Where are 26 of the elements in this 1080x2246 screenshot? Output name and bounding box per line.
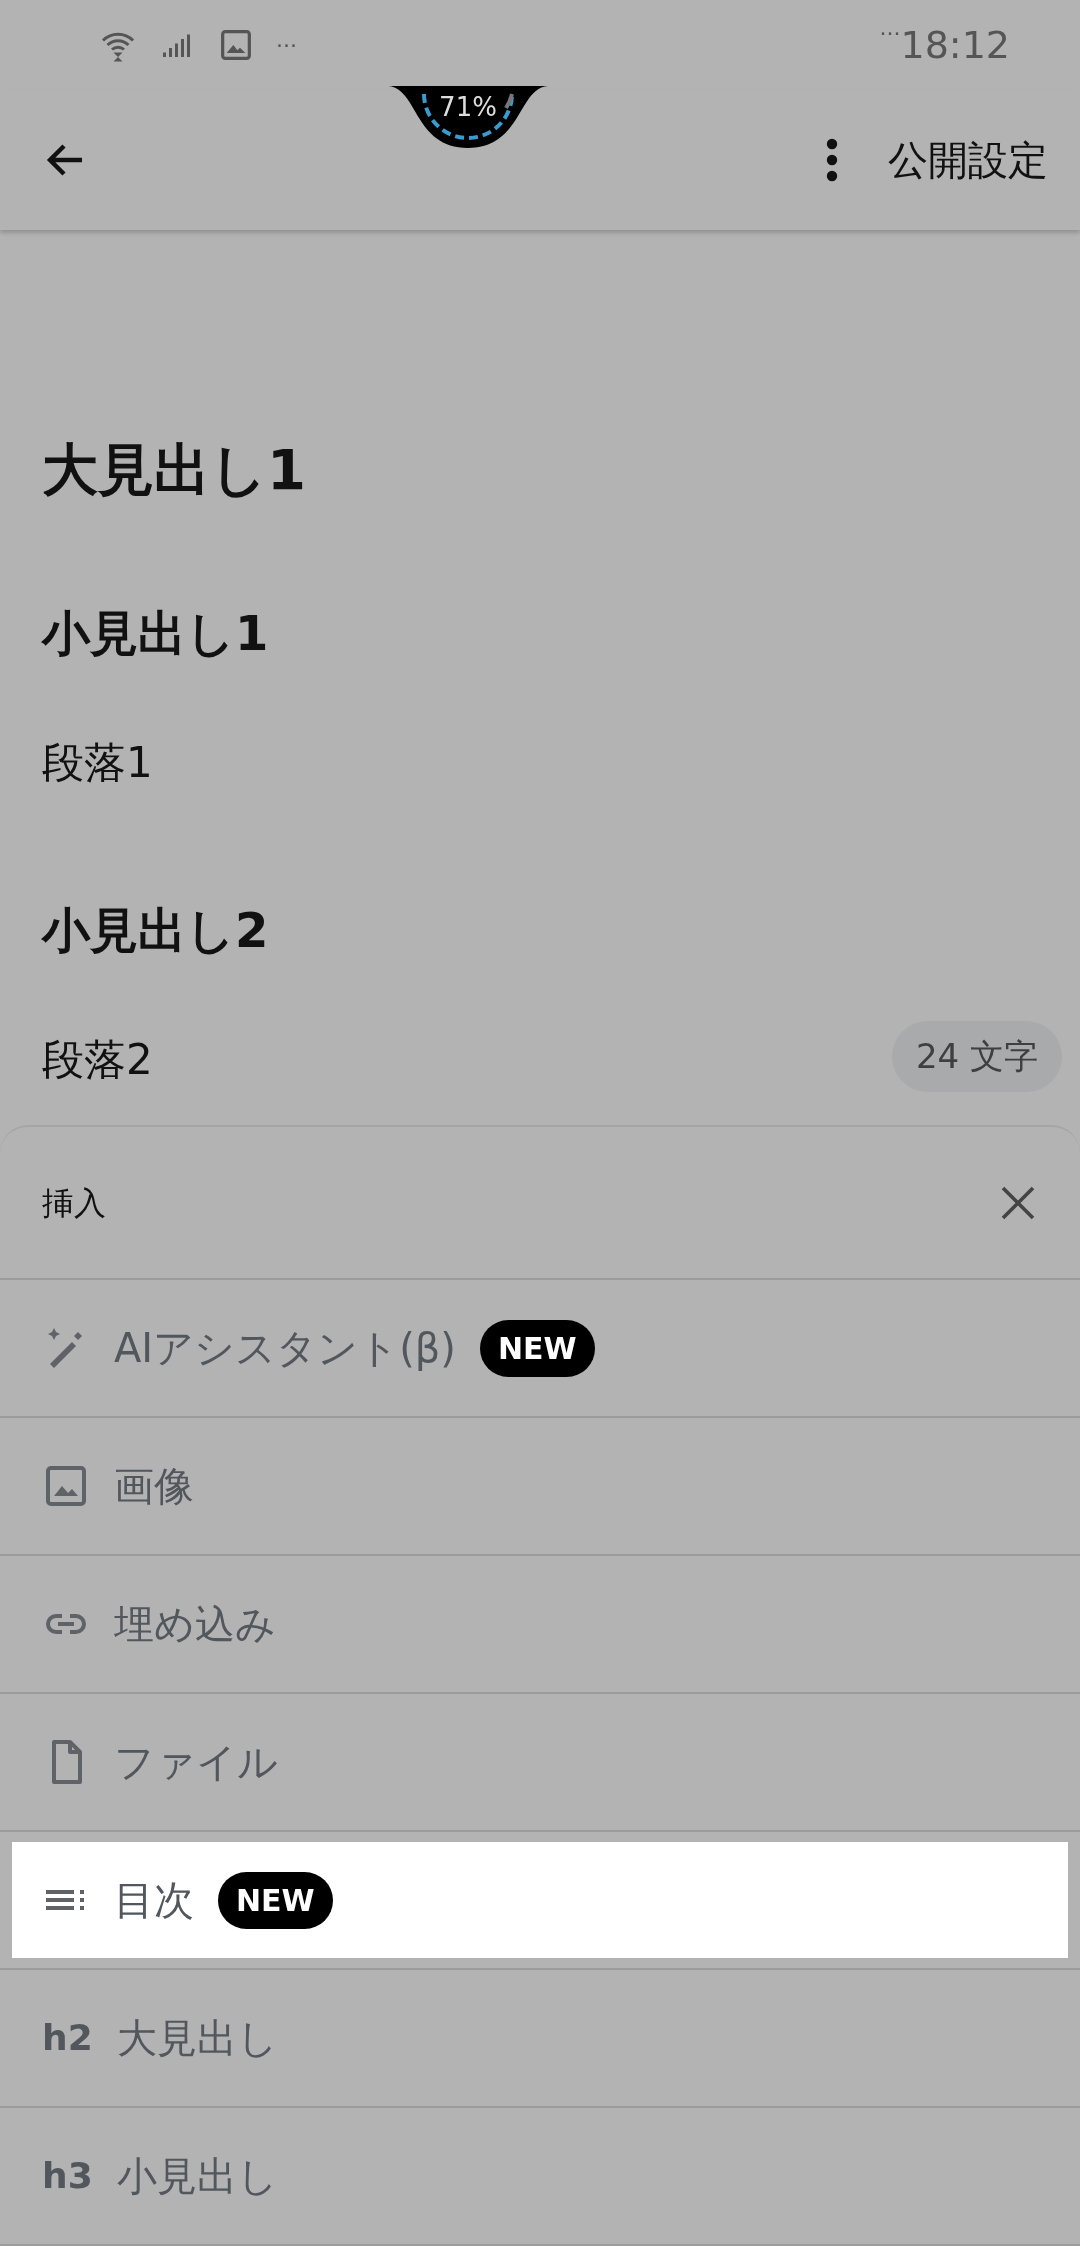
publish-settings-button[interactable]: 公開設定 bbox=[888, 130, 1048, 190]
menu-item-label: 小見出し bbox=[116, 2152, 278, 2201]
more-indicator-text: ··· bbox=[879, 19, 901, 48]
paragraph-text: 段落2 bbox=[42, 1034, 153, 1086]
clock-text: 18:12 bbox=[900, 21, 1010, 69]
heading-text: 大見出し1 bbox=[42, 436, 306, 504]
more-vertical-icon bbox=[824, 136, 840, 184]
menu-item-label: 大見出し bbox=[116, 2014, 278, 2063]
menu-item-label: 画像 bbox=[114, 1462, 194, 1511]
paragraph-text: 段落1 bbox=[42, 737, 153, 789]
heading-level-text: h2 bbox=[42, 2015, 93, 2060]
subheading-text: 小見出し2 bbox=[42, 901, 269, 960]
subheading-text: 小見出し1 bbox=[42, 604, 269, 663]
new-badge: NEW bbox=[218, 1871, 333, 1929]
menu-item-label: ファイル bbox=[114, 1738, 278, 1787]
sheet-title: 挿入 bbox=[42, 1182, 106, 1224]
character-count: 24 文字 bbox=[891, 1021, 1062, 1092]
menu-item-label: 目次 bbox=[114, 1876, 194, 1925]
heading-level-text: h3 bbox=[42, 2153, 93, 2198]
menu-item-label: 埋め込み bbox=[114, 1600, 276, 1649]
new-badge: NEW bbox=[479, 1319, 595, 1377]
more-button[interactable] bbox=[824, 136, 840, 184]
menu-item-label: AIアシスタント(β) bbox=[114, 1324, 456, 1373]
battery-indicator: 71% bbox=[388, 86, 548, 150]
more-notifications-text: ··· bbox=[276, 31, 297, 60]
picture-icon bbox=[220, 29, 252, 61]
